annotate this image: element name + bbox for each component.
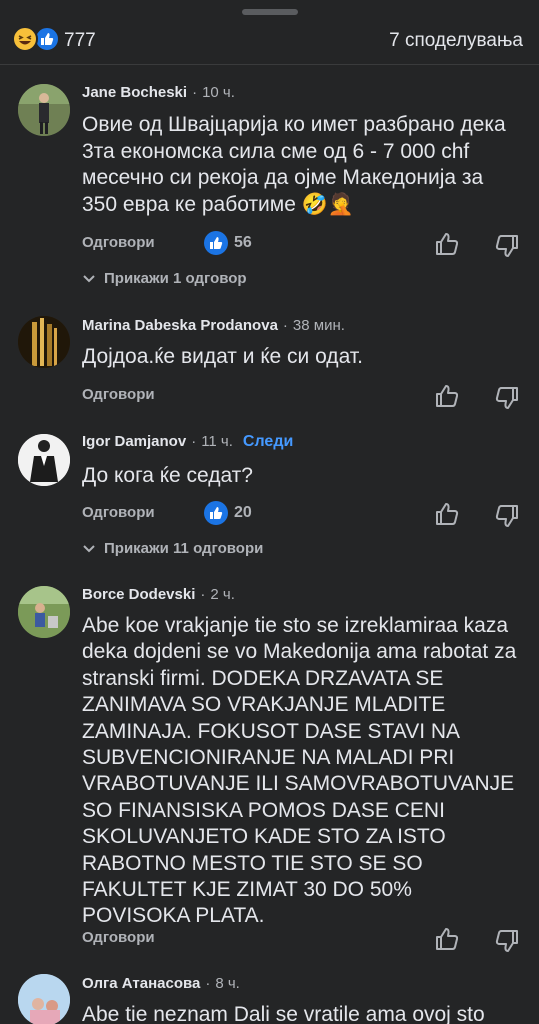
author-name[interactable]: Олга Атанасова [82,975,200,992]
author-line: Igor Damjanov · 11 ч. Следи [82,433,293,451]
avatar[interactable] [18,586,70,638]
author-name[interactable]: Jane Bocheski [82,84,187,101]
shares-count[interactable]: 7 споделувања [389,30,523,52]
separator-dot: · [205,975,211,992]
comment-text: До кога ќе седат? [82,464,253,487]
show-replies-label: Прикажи 11 одговори [104,540,264,557]
comment-text: Дојдоа.ќе видат и ќе си одат. [82,345,363,368]
like-count[interactable]: 20 [204,501,252,525]
reply-button[interactable]: Одговори [82,504,155,521]
separator-dot: · [200,586,206,603]
reaction-count[interactable]: 777 [64,30,96,52]
like-count[interactable]: 56 [204,231,252,255]
author-name[interactable]: Igor Damjanov [82,433,186,450]
thumbs-up-icon[interactable] [434,231,460,257]
separator-dot: · [282,317,288,334]
avatar[interactable] [18,84,70,136]
timestamp[interactable]: 10 ч. [202,84,235,101]
reply-button[interactable]: Одговори [82,386,155,403]
author-name[interactable]: Marina Dabeska Prodanova [82,317,278,334]
show-replies-button[interactable]: Прикажи 11 одговори [82,540,263,557]
reaction-summary-bar: 777 7 споделувања [0,22,539,58]
avatar[interactable] [18,316,70,368]
reply-button[interactable]: Одговори [82,234,155,251]
comment-text: Abe tie neznam Dali se vratile ama ovoj … [82,1003,485,1024]
author-line: Jane Bocheski · 10 ч. [82,84,235,101]
divider [0,64,539,65]
thumbs-down-icon[interactable] [494,385,520,411]
thumbs-up-icon[interactable] [434,926,460,952]
separator-dot: · [192,84,198,101]
thumbs-up-icon[interactable] [434,383,460,409]
like-number: 20 [234,504,252,521]
thumbs-down-icon[interactable] [494,503,520,529]
timestamp[interactable]: 8 ч. [215,975,240,992]
like-icon [204,231,228,255]
show-replies-button[interactable]: Прикажи 1 одговор [82,270,247,287]
chevron-down-icon [83,274,95,282]
reaction-icons[interactable] [12,26,62,54]
reply-button[interactable]: Одговори [82,929,155,946]
avatar[interactable] [18,434,70,486]
comment-text: Овие од Швајцарија ко имет разбрано дека… [82,113,506,216]
comment: Олга Атанасова · 8 ч. Abe tie neznam Dal… [0,972,539,1024]
thumbs-down-icon[interactable] [494,928,520,954]
drag-handle[interactable] [242,9,298,15]
timestamp[interactable]: 38 мин. [293,317,345,334]
like-icon [204,501,228,525]
haha-icon [12,26,38,52]
author-line: Borce Dodevski · 2 ч. [82,586,235,603]
separator-dot: · [191,433,197,450]
chevron-down-icon [83,544,95,552]
timestamp[interactable]: 2 ч. [210,586,235,603]
like-number: 56 [234,234,252,251]
thumbs-up-icon[interactable] [434,501,460,527]
follow-button[interactable]: Следи [243,433,293,451]
thumbs-down-icon[interactable] [494,233,520,259]
author-line: Олга Атанасова · 8 ч. [82,975,240,992]
timestamp[interactable]: 11 ч. [201,433,233,450]
avatar[interactable] [18,974,70,1024]
author-line: Marina Dabeska Prodanova · 38 мин. [82,317,345,334]
show-replies-label: Прикажи 1 одговор [104,270,247,287]
comment-text: Abe koe vrakjanje tie sto se izreklamira… [82,614,517,928]
author-name[interactable]: Borce Dodevski [82,586,195,603]
